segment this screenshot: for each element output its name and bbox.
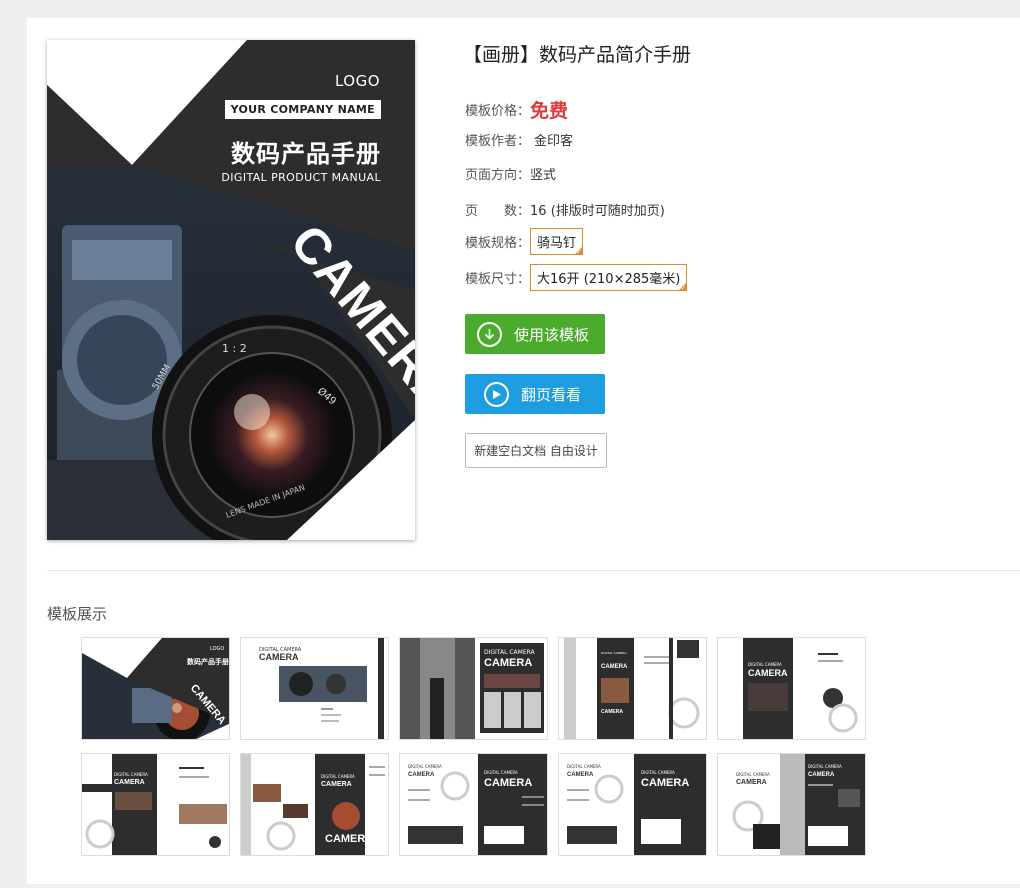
binding-value: 骑马钉: [537, 236, 577, 251]
play-icon: [484, 381, 509, 407]
thumbnail-page-10[interactable]: DIGITAL CAMERA CAMERA DIGITAL CAMERA CAM…: [717, 753, 866, 856]
svg-text:CAMERA: CAMERA: [641, 777, 689, 789]
divider: [47, 570, 1020, 571]
svg-text:CAMERA: CAMERA: [259, 652, 299, 662]
author-row: 模板作者： 金印客: [465, 130, 573, 149]
thumbnail-page-8[interactable]: DIGITAL CAMERA CAMERA DIGITAL CAMERA CAM…: [399, 753, 548, 856]
flip-preview-label: 翻页看看: [521, 385, 582, 404]
svg-text:CAMERA: CAMERA: [321, 781, 352, 788]
template-cover-image[interactable]: 1 : 2 50MM Ø49 LENS MADE IN JAPAN LOGO Y…: [47, 40, 415, 540]
flip-preview-button[interactable]: 翻页看看: [465, 374, 605, 414]
author-label: 模板作者：: [465, 134, 531, 149]
svg-text:DIGITAL CAMERA: DIGITAL CAMERA: [484, 649, 536, 656]
binding-row: 模板规格： 骑马钉 ✓: [465, 228, 584, 256]
thumbnail-page-4[interactable]: DIGITAL CAMERA CAMERA CAMERA: [558, 637, 707, 740]
orientation-label: 页面方向：: [465, 168, 531, 183]
template-title: 【画册】数码产品简介手册: [463, 44, 692, 66]
svg-text:CAMERA: CAMERA: [114, 779, 145, 786]
svg-text:CAMERA: CAMERA: [808, 772, 835, 778]
showcase-heading: 模板展示: [47, 605, 108, 623]
price-row: 模板价格： 免费: [465, 96, 568, 123]
svg-text:DIGITAL CAMERA: DIGITAL CAMERA: [408, 764, 442, 769]
pages-row: 页 数： 16 (排版时可随时加页): [465, 200, 665, 219]
download-icon: [477, 321, 502, 347]
use-template-button[interactable]: 使用该模板: [465, 314, 605, 354]
size-label: 模板尺寸：: [465, 272, 531, 287]
svg-text:DIGITAL CAMERA: DIGITAL CAMERA: [641, 770, 675, 775]
svg-text:CAMERA: CAMERA: [601, 709, 623, 715]
svg-text:CAMERA: CAMERA: [601, 664, 628, 670]
use-template-label: 使用该模板: [514, 325, 590, 344]
binding-tag[interactable]: 骑马钉 ✓: [530, 228, 584, 256]
pages-label: 页 数：: [465, 204, 531, 219]
svg-text:DIGITAL CAMERA: DIGITAL CAMERA: [808, 764, 842, 769]
binding-label: 模板规格：: [465, 236, 531, 251]
cover-company-name: YOUR COMPANY NAME: [224, 100, 381, 119]
svg-text:CAMERA: CAMERA: [484, 777, 532, 789]
price-label: 模板价格：: [465, 104, 531, 119]
cover-en-title: DIGITAL PRODUCT MANUAL: [221, 171, 381, 184]
svg-text:DIGITAL CAMERA: DIGITAL CAMERA: [114, 772, 148, 777]
thumbnail-page-7[interactable]: DIGITAL CAMERA CAMERA CAMERA: [240, 753, 389, 856]
svg-text:CAMERA: CAMERA: [567, 772, 594, 778]
svg-text:DIGITAL CAMERA: DIGITAL CAMERA: [321, 774, 355, 779]
svg-text:DIGITAL CAMERA: DIGITAL CAMERA: [736, 772, 770, 777]
svg-text:DIGITAL CAMERA: DIGITAL CAMERA: [748, 662, 782, 667]
check-icon: ✓: [680, 284, 687, 292]
check-icon: ✓: [576, 248, 583, 256]
svg-text:CAMERA: CAMERA: [325, 833, 373, 845]
author-value: 金印客: [534, 134, 574, 149]
thumbnail-page-2[interactable]: DIGITAL CAMERA CAMERA: [240, 637, 389, 740]
pages-value: 16 (排版时可随时加页): [530, 204, 665, 219]
svg-text:CAMERA: CAMERA: [484, 657, 532, 669]
size-row: 模板尺寸： 大16开 (210×285毫米) ✓: [465, 264, 688, 292]
thumbnail-page-1[interactable]: LOGO 数码产品手册 CAMERA: [81, 637, 230, 740]
svg-text:LOGO: LOGO: [210, 646, 224, 652]
svg-text:CAMERA: CAMERA: [748, 668, 788, 678]
svg-text:DIGITAL CAMERA: DIGITAL CAMERA: [484, 770, 518, 775]
lens-text-1: 1 : 2: [222, 342, 247, 355]
cover-logo: LOGO: [334, 72, 380, 90]
svg-text:DIGITAL CAMERA: DIGITAL CAMERA: [567, 764, 601, 769]
thumbnail-page-6[interactable]: DIGITAL CAMERA CAMERA: [81, 753, 230, 856]
svg-text:CAMERA: CAMERA: [736, 779, 767, 786]
svg-text:CAMERA: CAMERA: [408, 772, 435, 778]
new-blank-document-button[interactable]: 新建空白文档 自由设计: [465, 433, 607, 468]
orientation-row: 页面方向： 竖式: [465, 164, 556, 183]
price-value: 免费: [530, 100, 569, 122]
orientation-value: 竖式: [530, 168, 557, 183]
thumbnail-page-3[interactable]: DIGITAL CAMERA CAMERA: [399, 637, 548, 740]
svg-text:数码产品手册: 数码产品手册: [187, 657, 229, 666]
thumbnail-page-9[interactable]: DIGITAL CAMERA CAMERA DIGITAL CAMERA CAM…: [558, 753, 707, 856]
cover-cn-title: 数码产品手册: [231, 140, 381, 168]
svg-text:DIGITAL CAMERA: DIGITAL CAMERA: [601, 651, 627, 655]
thumbnail-page-5[interactable]: DIGITAL CAMERA CAMERA: [717, 637, 866, 740]
size-tag[interactable]: 大16开 (210×285毫米) ✓: [530, 264, 688, 292]
size-value: 大16开 (210×285毫米): [537, 272, 681, 287]
